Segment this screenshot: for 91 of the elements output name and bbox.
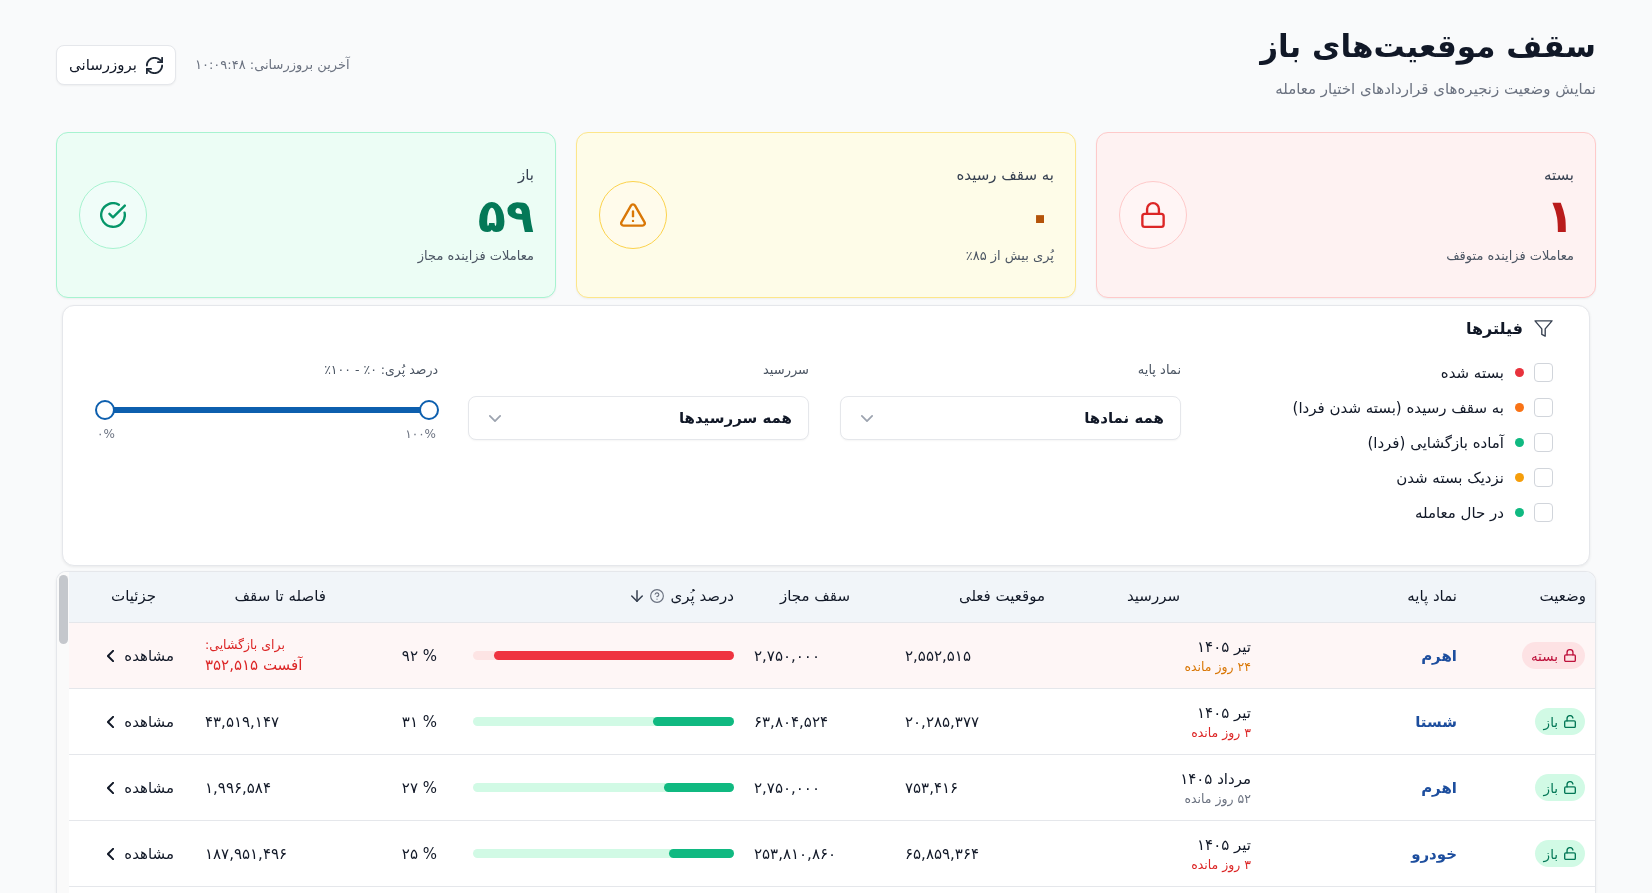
chevron-left-icon (107, 715, 115, 728)
view-button[interactable]: مشاهده (107, 712, 174, 731)
card-caption: معاملات فزاینده مجاز (417, 247, 534, 266)
status-badge: باز (1534, 840, 1585, 867)
maturity-date: تیر ۱۴۰۵ (1197, 702, 1251, 724)
slider-handle[interactable] (419, 400, 439, 420)
refresh-icon (146, 56, 163, 74)
last-update-text: آخرین بروزرسانی: ۱۰:۰۹:۴۸ (195, 55, 350, 75)
chevron-left-icon (107, 781, 115, 794)
column-header: سررسید (1126, 586, 1181, 605)
filter-option-label: در حال معامله (1414, 502, 1504, 524)
days-left-text: ۳ روز مانده (1191, 855, 1251, 874)
column-header: سقف مجاز (780, 586, 850, 605)
checkbox[interactable] (1534, 398, 1553, 417)
field-label: سررسید (762, 361, 809, 380)
current-position-value: ۲۰,۲۸۵,۳۷۷ (905, 712, 979, 731)
dropdown[interactable]: همه سررسیدها (468, 396, 809, 440)
checkbox[interactable] (1534, 468, 1553, 487)
cap-value: ۲۵۳,۸۱۰,۸۶۰ (754, 844, 837, 863)
card-value: ۵۹ (477, 193, 534, 239)
checkbox[interactable] (1534, 363, 1553, 382)
unlock-icon (1564, 715, 1576, 728)
cap-value: ۶۳,۸۰۴,۵۲۴ (754, 712, 828, 731)
dropdown[interactable]: همه نمادها (840, 396, 1181, 440)
distance-note: برای بازگشایی: (205, 635, 285, 654)
chevron-left-icon (107, 649, 115, 662)
current-position-value: ۷۵۳,۴۱۶ (905, 778, 959, 797)
status-badge: بسته (1521, 642, 1585, 669)
card-label: به سقف رسیده (956, 165, 1054, 186)
card-caption: معاملات فزاینده متوقف (1446, 247, 1574, 266)
card-label: باز (518, 165, 534, 186)
symbol-link[interactable]: اهرم (1421, 646, 1457, 665)
maturity-date: تیر ۱۴۰۵ (1197, 834, 1251, 856)
column-header: وضعیت (1539, 586, 1586, 605)
card-label: بسته (1543, 165, 1574, 186)
symbol-link[interactable]: خودرو (1411, 844, 1457, 863)
column-header: نماد پایه (1407, 586, 1457, 605)
card-value: ۱ (1545, 193, 1574, 239)
status-badge: باز (1534, 774, 1585, 801)
current-position-value: ۲,۵۵۲,۵۱۵ (905, 646, 971, 665)
lock-icon (1564, 649, 1576, 662)
view-button[interactable]: مشاهده (107, 844, 174, 863)
percent-text: ۲۵ % (401, 844, 437, 863)
chevron-down-icon (489, 414, 501, 422)
view-button[interactable]: مشاهده (107, 778, 174, 797)
cap-value: ۲,۷۵۰,۰۰۰ (754, 778, 820, 797)
filter-option-label: نزدیک بسته شدن (1396, 467, 1504, 489)
percent-text: ۹۲ % (401, 646, 437, 665)
card-value: ۰ (1025, 193, 1054, 239)
cap-value: ۲,۷۵۰,۰۰۰ (754, 646, 820, 665)
slider-handle[interactable] (95, 400, 115, 420)
filter-title: فیلترها (1465, 318, 1523, 338)
days-left-text: ۲۴ روز مانده (1184, 657, 1251, 676)
symbol-link[interactable]: اهرم (1421, 778, 1457, 797)
range-min-label: ۰% (97, 426, 115, 442)
scrollbar-thumb[interactable] (59, 575, 68, 644)
percent-text: ۳۱ % (401, 712, 437, 731)
maturity-date: مرداد ۱۴۰۵ (1180, 768, 1251, 790)
days-left-text: ۳ روز مانده (1191, 723, 1251, 742)
page-title: سقف موقعیت‌های باز (1260, 27, 1596, 67)
column-header: موقعیت فعلی (958, 586, 1045, 605)
filter-option-label: به سقف رسیده (بسته شدن فردا) (1292, 397, 1504, 419)
page-subtitle: نمایش وضعیت زنجیره‌های قراردادهای اختیار معامله (1275, 79, 1596, 100)
range-max-label: ۱۰۰% (405, 426, 436, 442)
current-position-value: ۶۵,۸۵۹,۳۶۴ (905, 844, 979, 863)
symbol-link[interactable]: شستا (1415, 712, 1457, 731)
distance-value: ۴۳,۵۱۹,۱۴۷ (205, 711, 279, 733)
field-label: نماد پایه (1136, 361, 1181, 379)
filter-option-label: آماده بازگشایی (فردا) (1367, 432, 1504, 454)
column-header: درصد پُری (670, 586, 734, 605)
distance-value: ۱۸۷,۹۵۱,۴۹۶ (205, 843, 288, 865)
percent-text: ۲۷ % (401, 778, 437, 797)
checkbox[interactable] (1534, 503, 1553, 522)
chevron-left-icon (107, 847, 115, 860)
checkbox[interactable] (1534, 433, 1553, 452)
distance-value: آفست ۳۵۲,۵۱۵ (205, 654, 303, 676)
column-header: جزئیات (111, 586, 156, 605)
filter-icon (1534, 319, 1553, 337)
refresh-button[interactable]: بروزرسانی (56, 45, 176, 85)
distance-value: ۱,۹۹۶,۵۸۴ (205, 777, 271, 799)
chevron-down-icon (861, 414, 873, 422)
status-badge: باز (1534, 708, 1585, 735)
column-header: فاصله تا سقف (234, 586, 326, 605)
card-caption: پُری بیش از ۸۵٪ (965, 247, 1054, 266)
maturity-date: تیر ۱۴۰۵ (1197, 636, 1251, 658)
days-left-text: ۵۲ روز مانده (1184, 789, 1251, 808)
unlock-icon (1564, 847, 1576, 860)
view-button[interactable]: مشاهده (107, 646, 174, 665)
filter-option-label: بسته شده (1440, 362, 1504, 384)
unlock-icon (1564, 781, 1576, 794)
range-label: درصد پُری: ۰٪ - ۱۰۰٪ (323, 361, 438, 380)
